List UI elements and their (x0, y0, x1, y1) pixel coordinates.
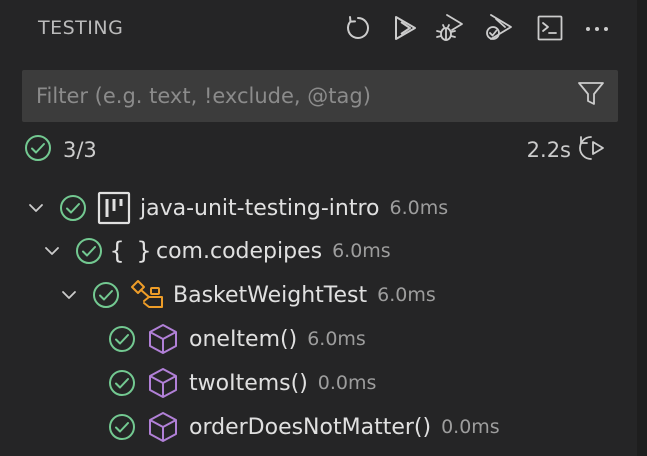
filter-box (22, 70, 618, 122)
tree-item-project[interactable]: java-unit-testing-intro 6.0ms (22, 188, 448, 228)
namespace-icon: { } (109, 237, 151, 265)
filter-input[interactable] (22, 70, 576, 122)
method-icon (145, 365, 181, 401)
project-icon (96, 190, 132, 226)
pass-icon (91, 280, 121, 310)
tree-item-duration: 6.0ms (389, 197, 449, 219)
filter-icon (577, 80, 605, 112)
run-tests-button[interactable] (388, 11, 422, 45)
pass-icon (107, 324, 137, 354)
tree-item-duration: 0.0ms (317, 372, 377, 394)
pass-icon (74, 236, 104, 266)
panel-title: TESTING (38, 17, 124, 39)
panel-header: TESTING (0, 0, 637, 56)
tree-item-duration: 6.0ms (332, 240, 391, 262)
class-icon (129, 277, 165, 313)
run-with-coverage-button[interactable] (482, 11, 516, 45)
chevron-down-icon[interactable] (22, 194, 50, 222)
tree-item-label: java-unit-testing-intro (140, 195, 380, 221)
scrollbar-track[interactable] (637, 0, 647, 456)
filter-button[interactable] (576, 81, 606, 111)
tree-item-label: com.codepipes (156, 238, 323, 264)
testing-panel: TESTING Filter (e.g. text, !exclude, @ta… (0, 0, 647, 456)
rerun-icon[interactable] (577, 133, 609, 167)
show-output-button[interactable] (533, 11, 567, 45)
run-all-icon (483, 13, 515, 43)
tree-item-label: BasketWeightTest (173, 282, 368, 308)
run-icon (391, 14, 419, 42)
more-actions-button[interactable] (580, 11, 614, 45)
test-summary: 3/3 (24, 135, 97, 165)
pass-icon (107, 368, 137, 398)
summary-count: 3/3 (63, 138, 97, 162)
tree-item-duration: 6.0ms (377, 284, 436, 306)
pass-icon (107, 412, 137, 442)
terminal-icon (536, 14, 564, 42)
tree-item-method[interactable]: oneItem() 6.0ms (99, 319, 366, 359)
chevron-down-icon[interactable] (38, 237, 66, 265)
tree-item-namespace[interactable]: { } com.codepipes 6.0ms (38, 231, 391, 271)
tree-item-class[interactable]: BasketWeightTest 6.0ms (55, 275, 436, 315)
tree-item-label: oneItem() (189, 326, 298, 352)
tree-item-duration: 6.0ms (307, 328, 366, 350)
refresh-icon (344, 14, 372, 42)
tree-item-method[interactable]: twoItems() 0.0ms (99, 363, 376, 403)
summary-duration: 2.2s (527, 135, 609, 165)
tree-item-duration: 0.0ms (441, 416, 500, 438)
tree-item-label: twoItems() (189, 370, 308, 396)
summary-duration-text: 2.2s (526, 138, 571, 162)
refresh-tests-button[interactable] (341, 11, 375, 45)
method-icon (145, 409, 181, 445)
debug-icon (435, 13, 465, 43)
method-icon (145, 321, 181, 357)
debug-tests-button[interactable] (433, 11, 467, 45)
tree-item-label: orderDoesNotMatter() (189, 414, 432, 440)
pass-icon (24, 134, 52, 166)
ellipsis-icon (583, 14, 611, 42)
tree-item-method[interactable]: orderDoesNotMatter() 0.0ms (99, 407, 500, 447)
chevron-down-icon[interactable] (55, 281, 83, 309)
pass-icon (58, 193, 88, 223)
